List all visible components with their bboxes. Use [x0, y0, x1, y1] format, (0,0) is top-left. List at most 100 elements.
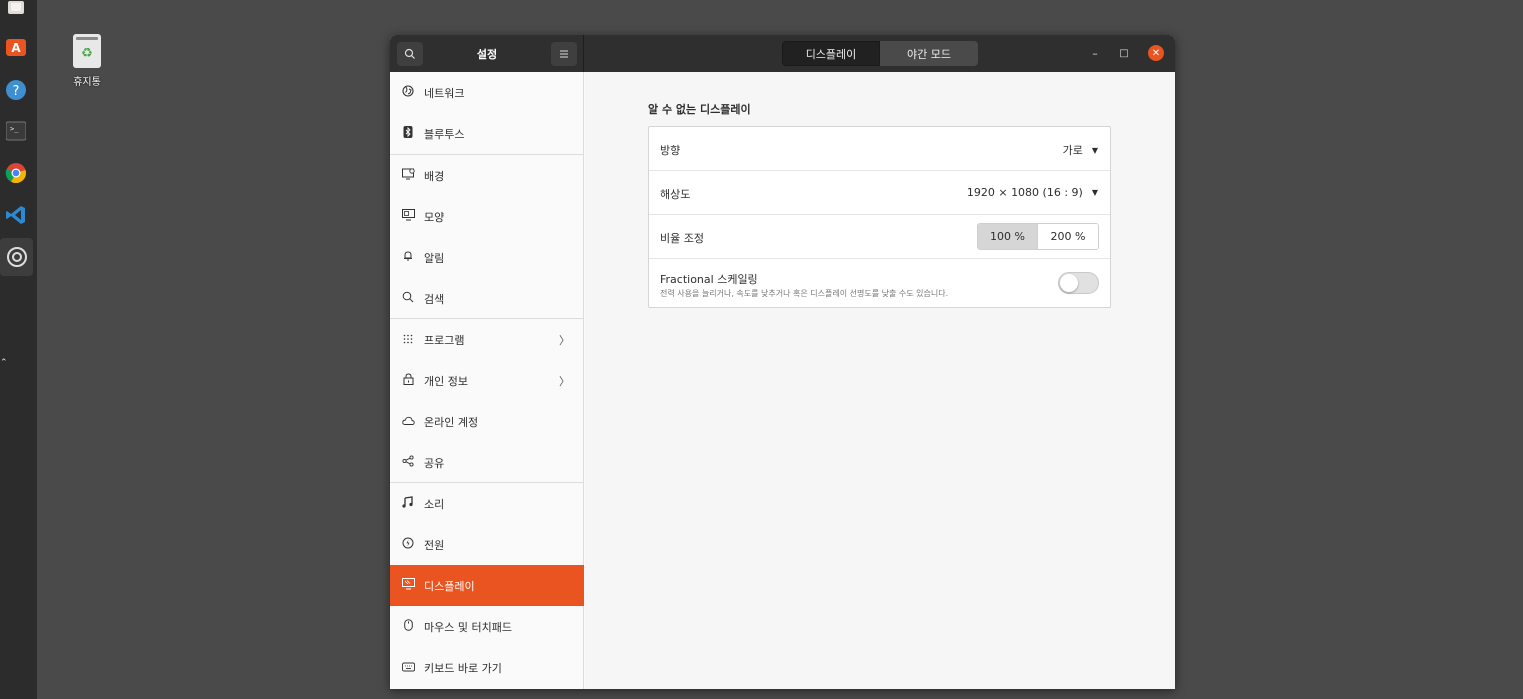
- sidebar-item-label: 네트워크: [424, 86, 465, 100]
- sidebar-item-label: 전원: [424, 538, 445, 552]
- sidebar-item-search[interactable]: 검색: [390, 278, 584, 319]
- background-icon: [400, 168, 416, 183]
- fractional-scaling-description: 전력 사용을 늘리거나, 속도를 낮추거나 혹은 디스플레이 선명도를 낮출 수…: [660, 289, 949, 298]
- sidebar-item-label: 마우스 및 터치패드: [424, 620, 512, 634]
- display-icon: [400, 578, 416, 593]
- svg-text:>_: >_: [10, 125, 19, 133]
- sidebar-item-label: 공유: [424, 456, 445, 470]
- sidebar-item-background[interactable]: 배경: [390, 155, 584, 196]
- chrome-icon[interactable]: [5, 162, 27, 184]
- sidebar-item-label: 디스플레이: [424, 579, 475, 593]
- sidebar-item-keyboard-shortcuts[interactable]: 키보드 바로 가기: [390, 647, 584, 688]
- resolution-dropdown[interactable]: 1920 × 1080 (16 : 9) ▼: [967, 186, 1098, 199]
- scale-selector: 100 % 200 %: [977, 223, 1099, 250]
- chevron-right-icon: 〉: [559, 333, 570, 347]
- vscode-icon[interactable]: [5, 204, 27, 226]
- terminal-icon[interactable]: >_: [5, 120, 27, 142]
- sidebar-item-notifications[interactable]: 알림: [390, 237, 584, 278]
- minimize-button[interactable]: –: [1087, 45, 1103, 61]
- sidebar-item-sharing[interactable]: 공유: [390, 442, 584, 483]
- orientation-row: 방향 가로 ▼: [649, 127, 1110, 171]
- appearance-icon: [400, 209, 416, 224]
- chevron-right-icon: 〉: [559, 374, 570, 388]
- power-icon: [400, 537, 416, 552]
- fractional-scaling-title: Fractional 스케일링: [660, 273, 758, 286]
- toggle-knob: [1060, 274, 1078, 292]
- window-title: 설정: [476, 48, 498, 61]
- bell-icon: [400, 250, 416, 265]
- dropdown-arrow-icon: ▼: [1091, 188, 1098, 197]
- sidebar-item-label: 배경: [424, 169, 445, 183]
- scale-200-button[interactable]: 200 %: [1038, 224, 1098, 249]
- help-icon[interactable]: ?: [5, 79, 27, 101]
- sidebar-item-display[interactable]: 디스플레이: [390, 565, 584, 606]
- fractional-scaling-toggle[interactable]: [1058, 272, 1099, 294]
- dock: A ? >_ ⌃: [0, 0, 37, 699]
- menu-button[interactable]: [551, 42, 577, 66]
- fractional-scaling-row: Fractional 스케일링 전력 사용을 늘리거나, 속도를 낮추거나 혹은…: [649, 259, 1110, 307]
- resolution-row: 해상도 1920 × 1080 (16 : 9) ▼: [649, 171, 1110, 215]
- sidebar-item-label: 모양: [424, 210, 445, 224]
- search-icon: [404, 48, 415, 59]
- bluetooth-icon: [400, 126, 416, 141]
- maximize-button[interactable]: □: [1116, 45, 1132, 61]
- settings-window: 설정 디스플레이 야간 모드 – □ ✕ 네트워크 블루투스 배경 모양 알림 …: [390, 35, 1175, 689]
- sidebar-item-online-accounts[interactable]: 온라인 계정: [390, 401, 584, 442]
- sidebar-item-power[interactable]: 전원: [390, 524, 584, 565]
- mouse-icon: [400, 619, 416, 634]
- dropdown-arrow-icon: ▼: [1091, 145, 1098, 155]
- tab-display[interactable]: 디스플레이: [782, 41, 880, 66]
- sidebar-item-mouse-touchpad[interactable]: 마우스 및 터치패드: [390, 606, 584, 647]
- resolution-label: 해상도: [660, 188, 691, 201]
- titlebar: 설정 디스플레이 야간 모드 – □ ✕: [390, 35, 1175, 72]
- trash-label: 휴지통: [73, 77, 101, 88]
- sidebar-item-label: 검색: [424, 292, 445, 306]
- sidebar-item-label: 알림: [424, 251, 445, 265]
- files-icon[interactable]: [5, 0, 27, 18]
- scale-row: 비율 조정 100 % 200 %: [649, 215, 1110, 259]
- sidebar-item-bluetooth[interactable]: 블루투스: [390, 113, 584, 154]
- keyboard-icon: [400, 661, 416, 675]
- orientation-value: 가로: [1062, 144, 1083, 157]
- orientation-label: 방향: [660, 144, 681, 157]
- close-button[interactable]: ✕: [1148, 45, 1164, 61]
- sidebar-item-label: 개인 정보: [424, 374, 468, 388]
- display-name-heading: 알 수 없는 디스플레이: [648, 103, 751, 116]
- sidebar-item-applications[interactable]: 프로그램 〉: [390, 319, 584, 360]
- sidebar-item-label: 온라인 계정: [424, 415, 479, 429]
- search-button[interactable]: [397, 42, 423, 66]
- dock-scroll-arrow: ⌃: [0, 358, 8, 368]
- sidebar-item-privacy[interactable]: 개인 정보 〉: [390, 360, 584, 401]
- trash-desktop-icon[interactable]: ♻ 휴지통: [68, 34, 106, 88]
- lock-icon: [400, 373, 416, 388]
- sidebar-item-label: 키보드 바로 가기: [424, 661, 502, 675]
- tab-night-mode[interactable]: 야간 모드: [880, 41, 978, 66]
- sidebar-item-label: 블루투스: [424, 127, 465, 141]
- settings-sidebar: 네트워크 블루투스 배경 모양 알림 검색 프로그램 〉 개인 정보 〉 온라인…: [390, 72, 584, 689]
- software-store-icon[interactable]: A: [5, 36, 27, 58]
- sidebar-header: 설정: [390, 35, 584, 72]
- svg-text:A: A: [11, 41, 21, 55]
- display-panel: 알 수 없는 디스플레이 방향 가로 ▼ 해상도 1920 × 1080 (16…: [585, 72, 1175, 689]
- apps-grid-icon: [400, 333, 416, 347]
- trash-icon: ♻: [73, 34, 101, 68]
- orientation-dropdown[interactable]: 가로 ▼: [1063, 142, 1098, 158]
- music-note-icon: [400, 496, 416, 511]
- sidebar-item-network[interactable]: 네트워크: [390, 72, 584, 113]
- share-icon: [400, 455, 416, 470]
- sidebar-item-appearance[interactable]: 모양: [390, 196, 584, 237]
- scale-100-button[interactable]: 100 %: [978, 224, 1038, 249]
- display-settings-card: 방향 가로 ▼ 해상도 1920 × 1080 (16 : 9) ▼ 비율 조정…: [648, 126, 1111, 308]
- sidebar-item-label: 소리: [424, 497, 445, 511]
- search-icon: [400, 291, 416, 306]
- scale-label: 비율 조정: [660, 232, 704, 245]
- sidebar-item-label: 프로그램: [424, 333, 465, 347]
- sidebar-item-sound[interactable]: 소리: [390, 483, 584, 524]
- hamburger-icon: [560, 50, 568, 58]
- settings-icon[interactable]: [0, 238, 33, 276]
- resolution-value: 1920 × 1080 (16 : 9): [966, 186, 1083, 199]
- globe-icon: [400, 85, 416, 100]
- view-switcher: 디스플레이 야간 모드: [782, 41, 978, 66]
- cloud-icon: [400, 415, 416, 429]
- svg-text:?: ?: [13, 84, 20, 99]
